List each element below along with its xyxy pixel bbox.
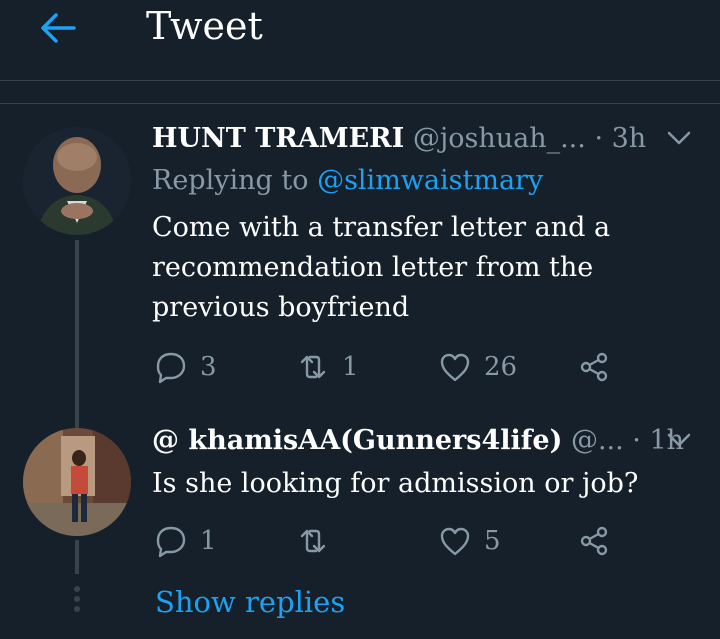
share-button[interactable]	[577, 524, 611, 558]
like-count: 5	[484, 526, 501, 556]
like-button[interactable]: 5	[438, 524, 501, 558]
share-icon	[580, 352, 608, 382]
like-button[interactable]: 26	[438, 350, 517, 384]
reply-button[interactable]: 3	[154, 350, 217, 384]
display-name[interactable]: @ khamisAA(Gunners4life)	[152, 425, 562, 456]
reply-icon	[156, 352, 186, 384]
retweet-icon	[300, 529, 326, 553]
share-icon	[580, 526, 608, 556]
tweet-text: Come with a transfer letter and a recomm…	[152, 212, 611, 323]
tweet-text: Is she looking for admission or job?	[152, 468, 639, 499]
retweet-icon	[300, 355, 326, 379]
page-title: Tweet	[146, 4, 263, 48]
reply-count: 3	[200, 352, 217, 382]
back-button[interactable]	[36, 8, 80, 48]
reply-button[interactable]: 1	[154, 524, 217, 558]
retweet-count: 1	[342, 352, 359, 382]
top-bar: Tweet	[0, 0, 720, 81]
heart-icon	[440, 353, 470, 382]
retweet-button[interactable]: 1	[296, 350, 359, 384]
thread-dots	[73, 586, 81, 616]
reply-count: 1	[200, 526, 217, 556]
user-handle[interactable]: @...	[571, 425, 624, 456]
mention-link[interactable]: @slimwaistmary	[317, 165, 543, 196]
separator-dot: ·	[632, 425, 641, 456]
reply-icon	[156, 526, 186, 558]
chevron-down-icon[interactable]	[666, 430, 692, 450]
tweet[interactable]: HUNT TRAMERI @joshuah_... · 3h Replying …	[0, 104, 720, 404]
avatar[interactable]	[23, 428, 131, 536]
display-name[interactable]: HUNT TRAMERI	[152, 123, 404, 154]
replying-to: Replying to @slimwaistmary	[152, 165, 544, 196]
thread-line	[75, 404, 79, 428]
avatar-image	[23, 127, 131, 235]
tweet[interactable]: @ khamisAA(Gunners4life) @... · 1h Is sh…	[0, 404, 720, 574]
separator-dot: ·	[594, 123, 604, 154]
thread-line	[75, 240, 79, 404]
like-count: 26	[484, 352, 518, 382]
user-handle[interactable]: @joshuah_...	[413, 123, 586, 154]
timestamp[interactable]: 3h	[612, 123, 647, 154]
heart-icon	[440, 527, 470, 556]
share-button[interactable]	[577, 350, 611, 384]
chevron-down-icon[interactable]	[666, 128, 692, 148]
retweet-button[interactable]	[296, 524, 342, 558]
avatar[interactable]	[23, 127, 131, 235]
show-replies-link[interactable]: Show replies	[155, 583, 345, 621]
thread-line	[75, 540, 79, 574]
arrow-left-icon	[41, 13, 76, 43]
avatar-image	[23, 428, 131, 536]
